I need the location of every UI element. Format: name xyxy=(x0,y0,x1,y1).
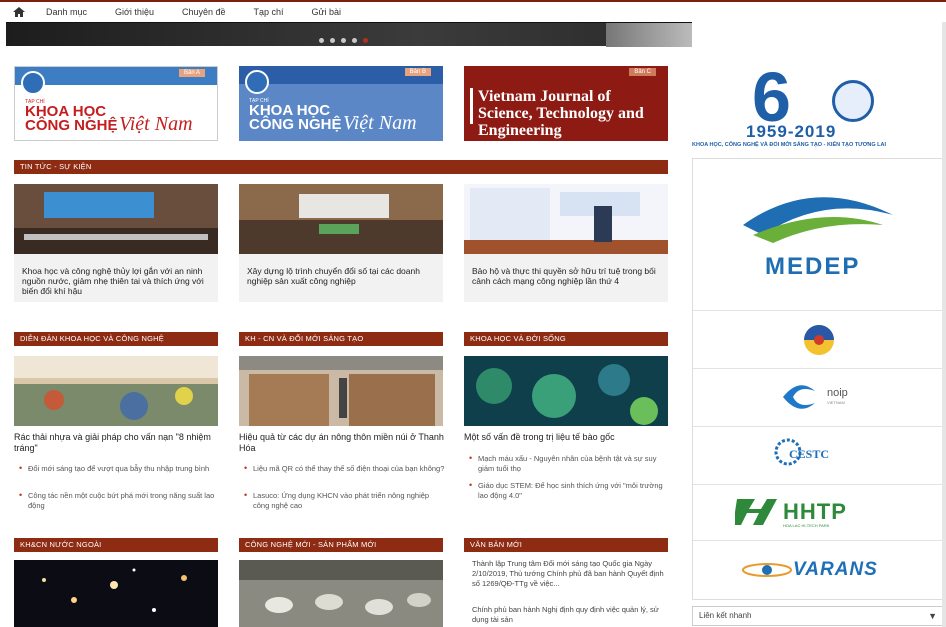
article-link[interactable]: Giáo dục STEM: Để học sinh thích ứng với… xyxy=(468,481,672,500)
anniversary-logo[interactable]: 6 1959-2019 KHOA HỌC, CÔNG NGHỆ VÀ ĐỔI M… xyxy=(692,62,946,154)
slider-dot[interactable] xyxy=(352,38,357,43)
scrollbar-track[interactable] xyxy=(942,0,946,627)
anniversary-tagline: KHOA HỌC, CÔNG NGHỆ VÀ ĐỔI MỚI SÁNG TẠO … xyxy=(692,142,887,148)
slider-dot-active[interactable] xyxy=(363,38,368,43)
partner-cestc[interactable]: CESTC xyxy=(693,427,943,485)
noip-logo-icon xyxy=(783,385,815,409)
article-link[interactable]: Lasuco: Ứng dụng KHCN vào phát triển nôn… xyxy=(243,491,447,510)
top-nav: Danh mục Giới thiệu Chuyên đề Tạp chí Gử… xyxy=(0,0,946,22)
quick-links-select[interactable]: Liên kết nhanh ▼ xyxy=(692,606,946,626)
journal-badge: Bản C xyxy=(629,68,656,76)
article-image[interactable] xyxy=(239,356,443,426)
article-link[interactable]: Liệu mã QR có thể thay thế số điện thoại… xyxy=(243,464,447,474)
news-title[interactable]: Bảo hộ và thực thi quyền sở hữu trí tuệ … xyxy=(464,259,668,292)
slider-dot[interactable] xyxy=(330,38,335,43)
document-summary[interactable]: Thành lập Trung tâm Đổi mới sáng tạo Quố… xyxy=(472,559,668,589)
anniversary-years: 1959-2019 xyxy=(746,122,837,141)
section-header-cong-nghe-moi[interactable]: CÔNG NGHỆ MỚI - SẢN PHẨM MỚI xyxy=(239,538,443,552)
article-image[interactable] xyxy=(239,560,443,627)
nav-item-gui-bai[interactable]: Gửi bài xyxy=(312,7,342,17)
article-link[interactable]: Mạch máu xấu - Nguyên nhân của bệnh tật … xyxy=(468,454,672,473)
noip-sublabel: VIETNAM xyxy=(827,400,845,405)
article-image[interactable] xyxy=(14,560,218,627)
article-image[interactable] xyxy=(464,356,668,426)
article-image[interactable] xyxy=(14,356,218,426)
partner-medep[interactable]: MEDEP xyxy=(693,159,943,311)
journal-accent-bar xyxy=(470,88,473,124)
section-header-van-ban-moi[interactable]: VĂN BẢN MỚI xyxy=(464,538,668,552)
article-title[interactable]: Rác thải nhựa và giải pháp cho vấn nạn "… xyxy=(14,432,226,453)
news-image xyxy=(239,184,443,254)
section-header-news[interactable]: TIN TỨC - SỰ KIỆN xyxy=(14,160,668,174)
news-card[interactable]: Bảo hộ và thực thi quyền sở hữu trí tuệ … xyxy=(464,184,668,302)
quick-links-label: Liên kết nhanh xyxy=(699,611,752,620)
cestc-label: CESTC xyxy=(789,447,830,461)
news-image xyxy=(14,184,218,254)
article-link[interactable]: Công tác nền một cuộc bứt phá mới trong … xyxy=(18,491,222,510)
journal-logo xyxy=(21,71,45,95)
chevron-down-icon: ▼ xyxy=(928,611,937,621)
nav-item-chuyen-de[interactable]: Chuyên đề xyxy=(182,7,226,17)
partner-emblem-icon xyxy=(804,325,834,355)
news-title[interactable]: Khoa học và công nghệ thủy lợi gắn với a… xyxy=(14,259,218,302)
journal-title: KHOA HỌC CÔNG NGHỆ Việt Nam xyxy=(25,104,215,135)
partner-logo[interactable] xyxy=(693,311,943,369)
journal-cover-b[interactable]: Bản B TẠP CHÍ KHOA HỌC CÔNG NGHỆ Việt Na… xyxy=(239,66,443,141)
partner-noip[interactable]: noip VIETNAM xyxy=(693,369,943,427)
medep-label: MEDEP xyxy=(765,253,861,280)
slider-dots xyxy=(319,38,368,43)
article-title[interactable]: Hiệu quả từ các dự án nông thôn miền núi… xyxy=(239,432,451,453)
journal-title: Vietnam Journal of Science, Technology a… xyxy=(478,88,644,139)
nav-item-tap-chi[interactable]: Tạp chí xyxy=(254,7,284,17)
section-header-kh-cn[interactable]: KH - CN VÀ ĐỔI MỚI SÁNG TẠO xyxy=(239,332,443,346)
journal-badge: Bản A xyxy=(178,69,205,77)
journal-cover-c[interactable]: Bản C Vietnam Journal of Science, Techno… xyxy=(464,66,668,141)
nav-item-danh-muc[interactable]: Danh mục xyxy=(46,7,87,17)
article-title[interactable]: Một số vấn đề trong trị liệu tế bào gốc xyxy=(464,432,676,443)
partner-varans[interactable]: VARANS xyxy=(693,541,943,599)
partner-list: MEDEP noip VIETNAM CESTC HHTP HOA LAC HI… xyxy=(692,158,944,600)
section-header-dien-dan[interactable]: DIỄN ĐÀN KHOA HỌC VÀ CÔNG NGHỆ xyxy=(14,332,218,346)
home-icon[interactable] xyxy=(12,6,26,18)
varans-label: VARANS xyxy=(793,559,878,580)
news-card[interactable]: Xây dựng lộ trình chuyển đổi số tại các … xyxy=(239,184,443,302)
noip-label: noip xyxy=(827,387,848,399)
journal-title-vn: Việt Nam xyxy=(119,113,193,135)
section-header-khcn-nuoc-ngoai[interactable]: KH&CN NƯỚC NGOÀI xyxy=(14,538,218,552)
hhtp-label: HHTP xyxy=(783,499,847,524)
news-title[interactable]: Xây dựng lộ trình chuyển đổi số tại các … xyxy=(239,259,443,292)
slide-image xyxy=(606,23,692,47)
hhtp-sublabel: HOA LAC HI-TECH PARK xyxy=(783,523,830,528)
journal-badge: Bản B xyxy=(404,68,431,76)
article-link[interactable]: Đổi mới sáng tạo để vượt qua bẫy thu nhậ… xyxy=(18,464,222,474)
journal-title-vn: Việt Nam xyxy=(343,112,417,134)
medep-logo-icon xyxy=(743,197,893,243)
journal-title: KHOA HỌC CÔNG NGHỆ Việt Nam xyxy=(249,103,439,134)
journal-logo xyxy=(245,70,269,94)
nav-item-gioi-thieu[interactable]: Giới thiệu xyxy=(115,7,154,17)
partner-hhtp[interactable]: HHTP HOA LAC HI-TECH PARK xyxy=(693,485,943,541)
slider-dot[interactable] xyxy=(319,38,324,43)
document-summary[interactable]: Chính phủ ban hành Nghị định quy định vi… xyxy=(472,605,668,625)
varans-logo-icon xyxy=(742,563,792,577)
news-image xyxy=(464,184,668,254)
news-card[interactable]: Khoa học và công nghệ thủy lợi gắn với a… xyxy=(14,184,218,302)
journal-cover-a[interactable]: Bản A TẠP CHÍ KHOA HỌC CÔNG NGHỆ Việt Na… xyxy=(14,66,218,141)
slider-dot[interactable] xyxy=(341,38,346,43)
hhtp-logo-icon xyxy=(735,499,777,525)
section-header-khoa-hoc-doi-song[interactable]: KHOA HỌC VÀ ĐỜI SỐNG xyxy=(464,332,668,346)
anniversary-seal-icon xyxy=(832,80,874,122)
